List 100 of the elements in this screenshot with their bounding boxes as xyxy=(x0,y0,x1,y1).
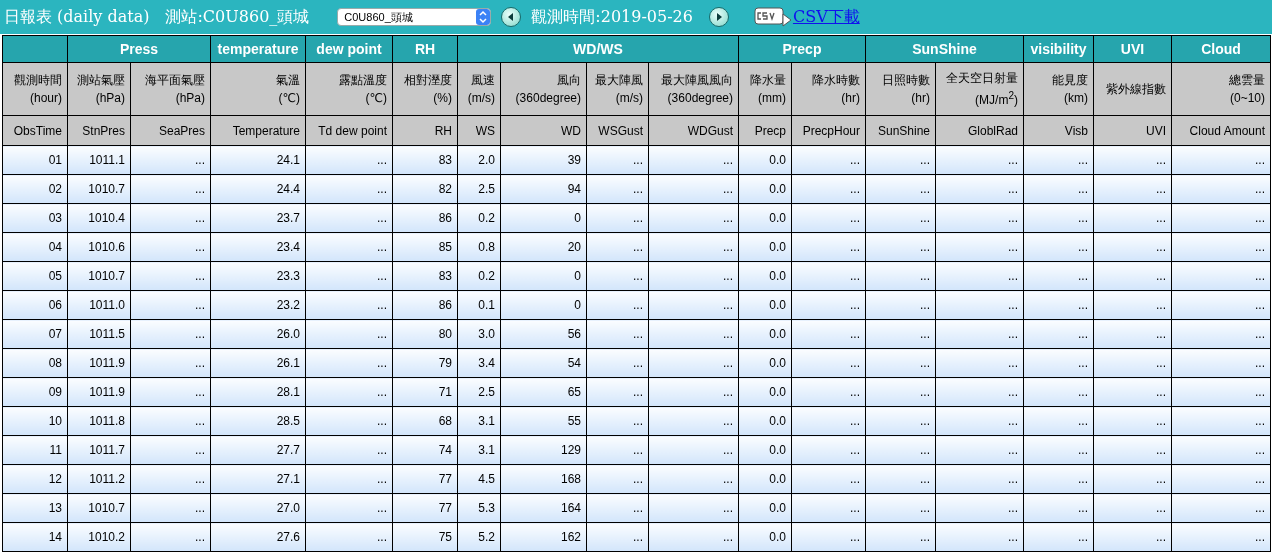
table-cell: ... xyxy=(1093,174,1172,204)
table-cell: ... xyxy=(1171,203,1271,233)
table-cell: 1010.4 xyxy=(67,203,131,233)
table-cell: ... xyxy=(1171,319,1271,349)
table-cell: 77 xyxy=(392,493,458,523)
table-cell: ... xyxy=(791,522,866,552)
table-cell: ... xyxy=(586,232,649,262)
column-header: 全天空日射量 (MJ/m$^{2}$) xyxy=(935,62,1024,116)
table-cell: ... xyxy=(586,377,649,407)
table-cell: ... xyxy=(1023,232,1094,262)
table-cell: 71 xyxy=(392,377,458,407)
table-cell: ... xyxy=(865,493,936,523)
table-cell: 11 xyxy=(2,435,68,465)
table-cell: ... xyxy=(586,406,649,436)
column-code: GloblRad xyxy=(935,115,1024,146)
table-cell: ... xyxy=(1171,145,1271,175)
table-cell: 83 xyxy=(392,145,458,175)
table-cell: 24.4 xyxy=(210,174,306,204)
table-cell: 23.4 xyxy=(210,232,306,262)
table-cell: ... xyxy=(935,377,1024,407)
table-cell: ... xyxy=(935,261,1024,291)
column-code: Cloud Amount xyxy=(1171,115,1271,146)
table-cell: ... xyxy=(791,261,866,291)
table-cell: 09 xyxy=(2,377,68,407)
table-cell: ... xyxy=(1093,464,1172,494)
table-cell: ... xyxy=(586,319,649,349)
table-cell: ... xyxy=(791,493,866,523)
table-cell: ... xyxy=(935,522,1024,552)
table-cell: ... xyxy=(1093,435,1172,465)
column-header: 最大陣風 (m/s) xyxy=(586,62,649,116)
table-cell: ... xyxy=(648,406,739,436)
table-cell: 28.5 xyxy=(210,406,306,436)
column-header: 氣溫 (℃) xyxy=(210,62,306,116)
previous-day-button[interactable] xyxy=(501,7,522,27)
table-cell: 1010.2 xyxy=(67,522,131,552)
table-cell: ... xyxy=(305,493,393,523)
table-cell: ... xyxy=(935,493,1024,523)
table-cell: ... xyxy=(865,174,936,204)
table-cell: ... xyxy=(130,493,211,523)
table-cell: ... xyxy=(1093,290,1172,320)
table-cell: 85 xyxy=(392,232,458,262)
station-select[interactable]: C0U860_頭城 xyxy=(337,8,492,26)
table-cell: ... xyxy=(648,174,739,204)
table-cell: 27.1 xyxy=(210,464,306,494)
table-cell: ... xyxy=(1093,522,1172,552)
table-cell: 20 xyxy=(500,232,587,262)
table-cell: ... xyxy=(935,348,1024,378)
table-cell: 23.2 xyxy=(210,290,306,320)
table-cell: ... xyxy=(586,522,649,552)
table-cell: 65 xyxy=(500,377,587,407)
column-code: Visb xyxy=(1023,115,1094,146)
table-cell: 01 xyxy=(2,145,68,175)
table-cell: ... xyxy=(130,522,211,552)
table-cell: 0 xyxy=(500,261,587,291)
column-header: 露點溫度 (℃) xyxy=(305,62,393,116)
table-cell: ... xyxy=(865,406,936,436)
table-cell: ... xyxy=(648,261,739,291)
group-header: temperature xyxy=(210,35,306,63)
table-cell: ... xyxy=(1023,406,1094,436)
column-header: 降水時數 (hr) xyxy=(791,62,866,116)
table-cell: ... xyxy=(305,145,393,175)
group-header: Press xyxy=(67,35,211,63)
group-header: UVI xyxy=(1093,35,1172,63)
table-cell: 1011.7 xyxy=(67,435,131,465)
table-cell: 27.0 xyxy=(210,493,306,523)
table-cell: 24.1 xyxy=(210,145,306,175)
column-code: Td dew point xyxy=(305,115,393,146)
table-cell: ... xyxy=(791,435,866,465)
table-cell: ... xyxy=(586,464,649,494)
table-cell: 56 xyxy=(500,319,587,349)
table-cell: 162 xyxy=(500,522,587,552)
table-cell: ... xyxy=(865,232,936,262)
table-cell: ... xyxy=(648,319,739,349)
table-cell: ... xyxy=(130,290,211,320)
table-cell: ... xyxy=(305,203,393,233)
table-cell: 1010.7 xyxy=(67,174,131,204)
table-cell: ... xyxy=(865,319,936,349)
table-cell: ... xyxy=(130,406,211,436)
table-cell: ... xyxy=(1093,493,1172,523)
table-cell: 26.1 xyxy=(210,348,306,378)
right-arrow-icon xyxy=(714,12,723,22)
table-cell: ... xyxy=(791,348,866,378)
table-cell: 80 xyxy=(392,319,458,349)
table-cell: 1011.9 xyxy=(67,348,131,378)
table-cell: 164 xyxy=(500,493,587,523)
table-cell: ... xyxy=(1093,348,1172,378)
table-cell: 82 xyxy=(392,174,458,204)
table-cell: ... xyxy=(865,261,936,291)
table-cell: 10 xyxy=(2,406,68,436)
date-label: 觀測時間:2019-05-26 xyxy=(531,6,693,28)
table-cell: ... xyxy=(305,435,393,465)
csv-download-link[interactable]: CSV下載 xyxy=(792,6,860,28)
table-cell: ... xyxy=(586,493,649,523)
table-cell: 77 xyxy=(392,464,458,494)
table-cell: ... xyxy=(305,174,393,204)
next-day-button[interactable] xyxy=(708,7,729,27)
table-cell: ... xyxy=(586,290,649,320)
table-cell: 23.3 xyxy=(210,261,306,291)
table-cell: ... xyxy=(865,522,936,552)
table-cell: ... xyxy=(1023,145,1094,175)
